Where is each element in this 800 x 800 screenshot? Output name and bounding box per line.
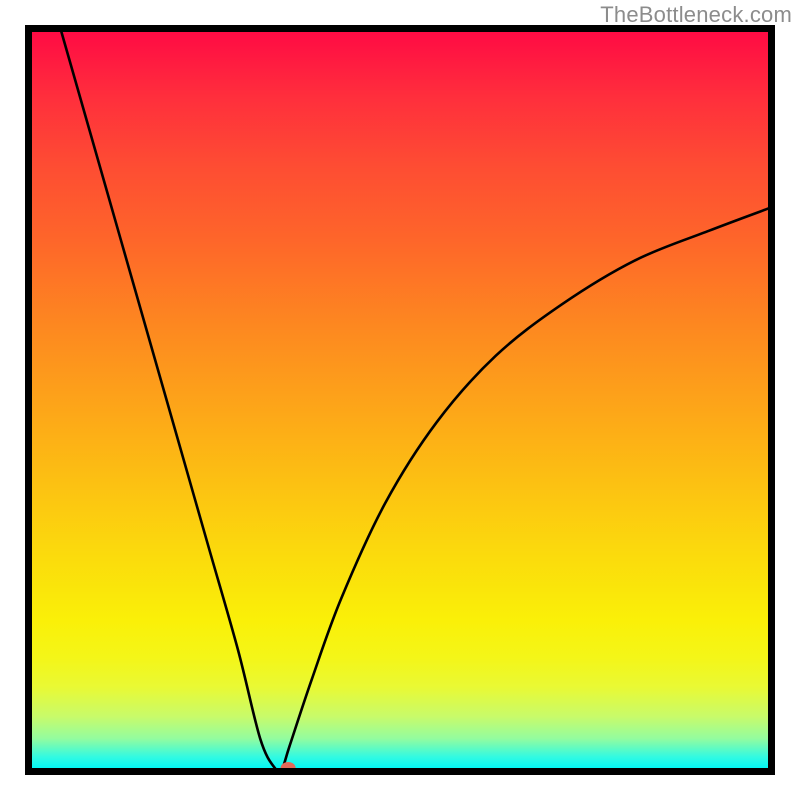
- minimum-marker: [281, 762, 296, 768]
- plot-area: [32, 32, 768, 768]
- curve-layer: [32, 32, 768, 768]
- bottleneck-curve: [61, 32, 768, 768]
- chart-container: TheBottleneck.com: [0, 0, 800, 800]
- watermark-text: TheBottleneck.com: [600, 2, 792, 28]
